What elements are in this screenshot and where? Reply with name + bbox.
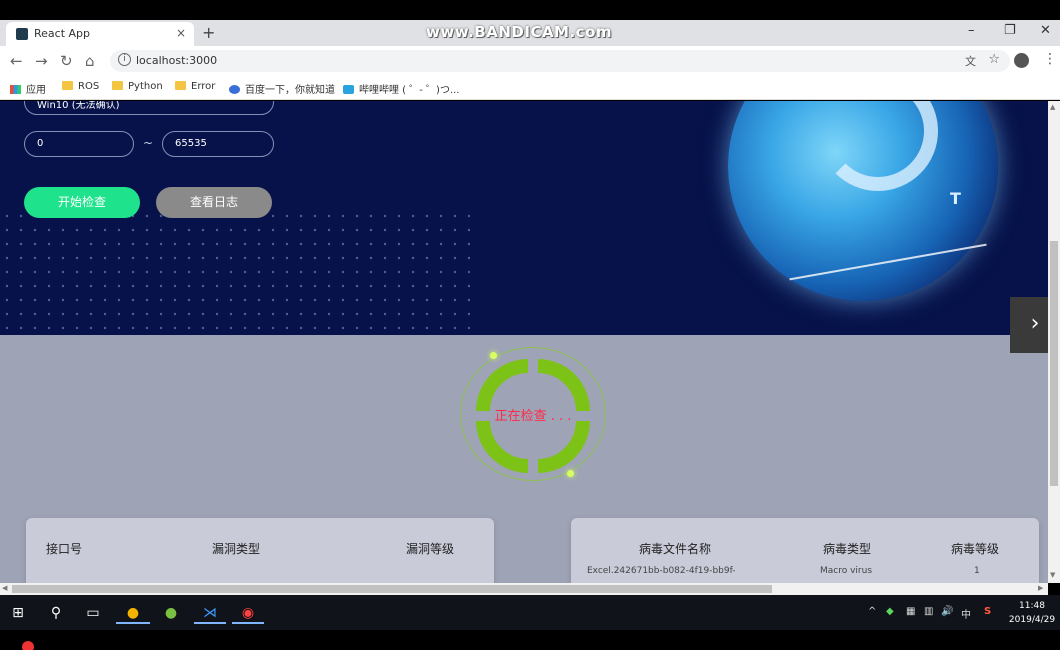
bookmark-ros[interactable]: ROS [62,81,99,92]
record-indicator-icon [22,641,34,650]
checking-status-text: 正在检查 . . . [494,409,572,424]
back-icon[interactable]: ← [10,52,23,70]
scroll-left-icon[interactable]: ◀ [2,584,7,592]
port-start-value: 0 [37,138,44,149]
task-view-icon[interactable]: ▭ [83,602,103,624]
chrome-icon[interactable]: ● [116,602,150,624]
vertical-scroll-thumb[interactable] [1050,241,1058,486]
address-bar[interactable]: i localhost:3000 文 ☆ [110,50,1010,72]
forward-icon[interactable]: → [35,52,48,70]
windows-taskbar: ⊞ ⚲ ▭ ● ● ⋊ ◉ ^ ◆ ▦ ▥ 🔊 中 S 11:48 2019/4… [0,595,1060,630]
bookmark-apps[interactable]: 应用 [10,81,46,96]
folder-icon [175,81,186,90]
video-bottom-border [0,630,1060,650]
search-icon[interactable]: ⚲ [46,602,66,624]
new-tab-button[interactable]: + [202,23,215,42]
reload-icon[interactable]: ↻ [60,52,73,70]
port-end-value: 65535 [175,138,207,149]
virus-type-cell: Macro virus [820,566,873,576]
col-vulnerability-level: 漏洞等级 [406,542,455,556]
virus-table: 病毒文件名称 病毒类型 病毒等级 Excel.242671bb-b082-4f1… [571,518,1039,583]
page-viewport: T Win10 (无法确认) 0 ~ 65535 开始检查 查看日志 正在检查 … [0,101,1048,583]
apps-grid-icon [10,85,21,94]
spinner-arc [476,421,528,473]
tray-expand-icon[interactable]: ^ [868,606,876,617]
port-vulnerability-table: 接口号 漏洞类型 漏洞等级 [26,518,494,583]
scroll-up-icon[interactable]: ▲ [1050,103,1055,111]
clock-date: 2019/4/29 [1008,615,1056,625]
bookmark-star-icon[interactable]: ☆ [988,52,1000,67]
folder-icon [62,81,73,90]
virus-filename-cell: Excel.242671bb-b082-4f19-bb9f- [587,566,736,576]
browser-tab[interactable]: React App × [6,22,194,46]
globe-letter: T [950,189,961,208]
spinner-spark [490,352,497,359]
bookmark-error[interactable]: Error [175,81,215,92]
sogou-tray-icon[interactable]: S [984,606,991,617]
close-tab-icon[interactable]: × [176,26,186,40]
wechat-icon[interactable]: ● [156,602,186,624]
globe-illustration: T [728,101,998,301]
network-tray-icon[interactable]: ▦ [906,606,915,617]
bandicam-watermark: www.BANDICAM.com [426,23,613,41]
spinner-arc [538,421,590,473]
close-window-button[interactable]: ✕ [1040,23,1051,38]
profile-avatar-icon[interactable] [1014,53,1029,68]
checking-spinner: 正在检查 . . . [460,341,606,487]
horizontal-scrollbar[interactable]: ◀ ▶ [0,583,1048,595]
bilibili-tv-icon [343,85,354,94]
battery-tray-icon[interactable]: ▥ [924,606,933,617]
bookmarks-bar: 应用 ROS Python Error 百度一下，你就知道 哔哩哔哩 ( ゜- … [0,76,1060,100]
url-text[interactable]: localhost:3000 [136,54,217,67]
range-separator: ~ [143,136,154,150]
info-icon[interactable]: i [118,53,131,66]
bookmark-bilibili[interactable]: 哔哩哔哩 ( ゜- ゜)つ... [343,81,459,96]
react-favicon-icon [16,28,28,40]
col-virus-level: 病毒等级 [951,542,1000,556]
baidu-paw-icon [229,85,240,94]
os-select-value: Win10 (无法确认) [37,101,120,111]
start-check-button[interactable]: 开始检查 [24,187,140,218]
dot-grid-decoration [0,209,470,333]
input-method-tray-icon[interactable]: 中 [961,606,971,621]
spinner-spark [567,470,574,477]
hero-section: T Win10 (无法确认) 0 ~ 65535 开始检查 查看日志 [0,101,1048,335]
horizontal-scroll-thumb[interactable] [12,585,772,593]
tab-strip: React App × + www.BANDICAM.com – ❐ ✕ [0,20,1060,46]
vertical-scrollbar[interactable]: ▲ ▼ [1048,101,1060,583]
vscode-icon[interactable]: ⋊ [194,602,226,624]
home-icon[interactable]: ⌂ [85,52,95,70]
light-streak-decoration [789,243,987,281]
restore-button[interactable]: ❐ [1004,23,1016,38]
clock-time: 11:48 [1019,601,1045,611]
col-port-number: 接口号 [46,542,83,556]
folder-icon [112,81,123,90]
col-virus-filename: 病毒文件名称 [639,542,712,556]
menu-icon[interactable]: ⋮ [1043,51,1057,67]
view-log-button[interactable]: 查看日志 [156,187,272,218]
minimize-button[interactable]: – [968,23,975,38]
os-select[interactable]: Win10 (无法确认) [24,101,274,115]
wechat-tray-icon[interactable]: ◆ [886,606,894,617]
virus-level-cell: 1 [974,566,980,576]
bandicam-icon[interactable]: ◉ [232,602,264,624]
scroll-right-icon[interactable]: ▶ [1038,584,1043,592]
port-end-input[interactable]: 65535 [162,131,274,157]
windows-start-icon[interactable]: ⊞ [8,602,28,624]
system-clock[interactable]: 11:48 2019/4/29 [1008,599,1056,627]
translate-icon[interactable]: 文 [965,53,976,69]
port-start-input[interactable]: 0 [24,131,134,157]
scroll-down-icon[interactable]: ▼ [1050,571,1055,579]
browser-toolbar: ← → ↻ ⌂ i localhost:3000 文 ☆ ⋮ [0,46,1060,76]
screen: React App × + www.BANDICAM.com – ❐ ✕ ← →… [0,0,1060,650]
tab-title: React App [34,27,91,40]
volume-tray-icon[interactable]: 🔊 [941,606,953,617]
col-vulnerability-type: 漏洞类型 [212,542,261,556]
col-virus-type: 病毒类型 [823,542,872,556]
globe-ring-decoration [818,101,938,191]
bookmark-baidu[interactable]: 百度一下，你就知道 [229,81,335,96]
bookmark-python[interactable]: Python [112,81,163,92]
